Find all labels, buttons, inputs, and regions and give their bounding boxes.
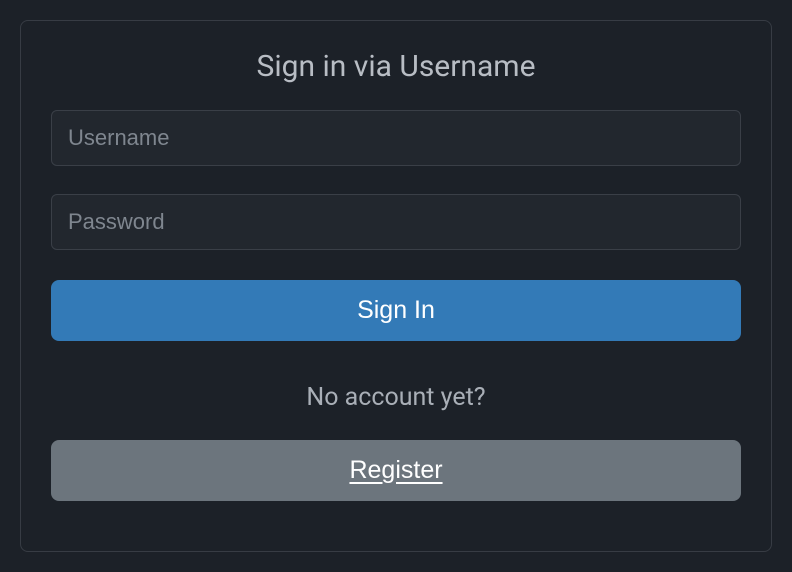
username-input[interactable] <box>51 110 741 166</box>
no-account-text: No account yet? <box>51 383 741 412</box>
login-card: Sign in via Username Sign In No account … <box>20 20 772 552</box>
register-button[interactable]: Register <box>51 440 741 501</box>
password-input[interactable] <box>51 194 741 250</box>
login-title: Sign in via Username <box>51 49 741 84</box>
signin-button[interactable]: Sign In <box>51 280 741 341</box>
